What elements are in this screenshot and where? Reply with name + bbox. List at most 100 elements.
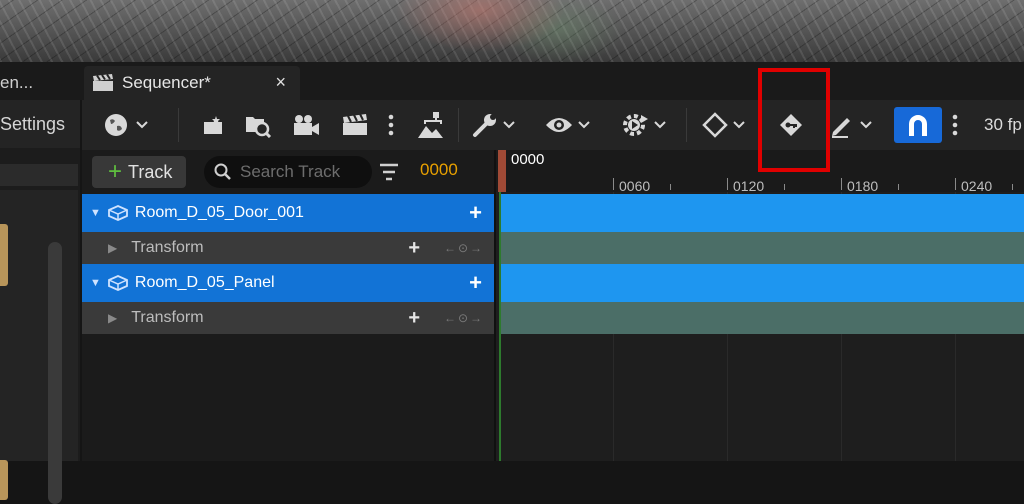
settings-button[interactable]: Settings xyxy=(0,100,80,148)
expand-triangle-icon[interactable]: ▶ xyxy=(108,311,117,325)
close-tab-button[interactable]: × xyxy=(275,72,286,93)
plus-icon: + xyxy=(108,158,123,185)
key-navigation-icon[interactable]: ←⊙→ xyxy=(444,241,484,255)
eye-icon xyxy=(546,118,572,132)
search-icon xyxy=(214,163,231,180)
add-subtrack-button[interactable]: + xyxy=(469,270,482,296)
more-options-button[interactable] xyxy=(382,100,400,150)
sequencer-toolbar: 30 fp xyxy=(82,100,1024,150)
collapse-triangle-icon[interactable]: ▼ xyxy=(90,277,101,289)
desktop-background xyxy=(0,0,1024,62)
playhead-handle[interactable] xyxy=(498,150,506,192)
snap-options-button[interactable] xyxy=(946,100,964,150)
ruler-tick xyxy=(784,184,785,190)
find-in-content-button[interactable] xyxy=(240,100,276,150)
ruler-tick xyxy=(613,178,614,190)
pencil-icon xyxy=(832,118,850,138)
hierarchy-button[interactable] xyxy=(412,100,448,150)
add-subtrack-button[interactable]: + xyxy=(469,200,482,226)
track-row-actor[interactable]: ▼ Room_D_05_Door_001 + xyxy=(82,194,494,232)
chevron-down-icon xyxy=(136,121,148,129)
key-diamond-icon xyxy=(702,112,728,138)
track-lane-transform[interactable] xyxy=(499,232,1024,264)
world-icon xyxy=(105,114,127,136)
chevron-down-icon xyxy=(860,121,872,129)
track-outliner: + Track 0000 ▼ Room_D_05_Door_001 + ▶ Tr… xyxy=(82,150,496,461)
tab-label: Sequencer* xyxy=(122,73,211,92)
add-track-label: Track xyxy=(128,161,173,182)
toolbar-separator xyxy=(458,108,459,142)
track-lane-actor[interactable] xyxy=(499,264,1024,302)
timeline-area[interactable]: 0060 0120 0180 0240 0000 xyxy=(496,150,1024,461)
key-options-dropdown[interactable] xyxy=(696,100,752,150)
track-row-actor[interactable]: ▼ Room_D_05_Panel + xyxy=(82,264,494,302)
search-track-field[interactable] xyxy=(204,156,372,188)
toolbar-separator xyxy=(686,108,687,142)
chevron-down-icon xyxy=(654,121,666,129)
clapperboard-button[interactable] xyxy=(338,100,372,150)
tools-dropdown[interactable] xyxy=(466,100,522,150)
track-label: Transform xyxy=(131,309,204,326)
track-row-transform[interactable]: ▶ Transform + ←⊙→ xyxy=(82,302,494,334)
static-mesh-icon xyxy=(107,205,128,221)
add-key-plus-button[interactable]: + xyxy=(408,307,420,330)
panel-scrollbar[interactable] xyxy=(48,242,62,504)
filter-icon[interactable] xyxy=(378,160,400,184)
annotation-highlight-box xyxy=(758,68,830,172)
track-lane-actor[interactable] xyxy=(499,194,1024,232)
panel-body xyxy=(0,190,78,461)
playhead-line xyxy=(499,192,501,461)
playback-options-dropdown[interactable] xyxy=(614,100,674,150)
ruler-tick xyxy=(670,184,671,190)
track-lane-transform[interactable] xyxy=(499,302,1024,334)
world-dropdown[interactable] xyxy=(98,100,154,150)
wrench-icon xyxy=(473,114,496,137)
add-track-button[interactable]: + Track xyxy=(92,156,186,188)
chevron-down-icon xyxy=(578,121,590,129)
current-frame-display[interactable]: 0000 xyxy=(420,160,458,180)
ruler-tick xyxy=(955,178,956,190)
expand-triangle-icon[interactable]: ▶ xyxy=(108,241,117,255)
ruler-tick xyxy=(727,178,728,190)
sequencer-editor: en... Sequencer* × Settings 30 fp + Trac… xyxy=(0,62,1024,504)
track-label: Room_D_05_Door_001 xyxy=(134,204,304,221)
asset-thumbnail[interactable] xyxy=(0,460,8,500)
add-camera-button[interactable] xyxy=(288,100,324,150)
asset-thumbnail[interactable] xyxy=(0,224,8,286)
left-panel: Settings xyxy=(0,100,80,504)
key-navigation-icon[interactable]: ←⊙→ xyxy=(444,311,484,325)
chevron-down-icon xyxy=(503,121,515,129)
static-mesh-icon xyxy=(107,275,128,291)
tick-label: 0180 xyxy=(847,178,879,194)
view-options-dropdown[interactable] xyxy=(540,100,596,150)
gear-play-icon xyxy=(623,114,648,136)
tab-sequencer[interactable]: Sequencer* × xyxy=(84,66,300,100)
hierarchy-icon xyxy=(418,112,443,138)
chevron-down-icon xyxy=(733,121,745,129)
track-label: Room_D_05_Panel xyxy=(134,274,275,291)
search-input[interactable] xyxy=(240,162,370,182)
tick-label: 0060 xyxy=(619,178,651,194)
camera-icon xyxy=(294,115,319,135)
ruler-tick xyxy=(1012,184,1013,190)
tick-label: 0240 xyxy=(961,178,993,194)
clapperboard-icon xyxy=(343,113,367,135)
render-settings-icon xyxy=(204,116,222,134)
edit-tool-dropdown[interactable] xyxy=(826,100,876,150)
tick-label: 0120 xyxy=(733,178,765,194)
collapse-triangle-icon[interactable]: ▼ xyxy=(90,207,101,219)
track-row-transform[interactable]: ▶ Transform + ←⊙→ xyxy=(82,232,494,264)
snap-toggle-button[interactable] xyxy=(894,107,942,143)
toolbar-separator xyxy=(178,108,179,142)
more-vertical-icon xyxy=(388,114,394,136)
playhead-frame-label: 0000 xyxy=(511,151,545,168)
add-key-plus-button[interactable]: + xyxy=(408,237,420,260)
clapperboard-icon xyxy=(93,74,113,91)
framerate-dropdown[interactable]: 30 fp xyxy=(984,100,1022,150)
tab-previous[interactable]: en... xyxy=(0,66,80,100)
find-in-content-icon xyxy=(246,117,272,138)
track-label: Transform xyxy=(131,239,204,256)
ruler-tick xyxy=(841,178,842,190)
ruler-tick xyxy=(898,184,899,190)
render-settings-button[interactable] xyxy=(198,100,228,150)
